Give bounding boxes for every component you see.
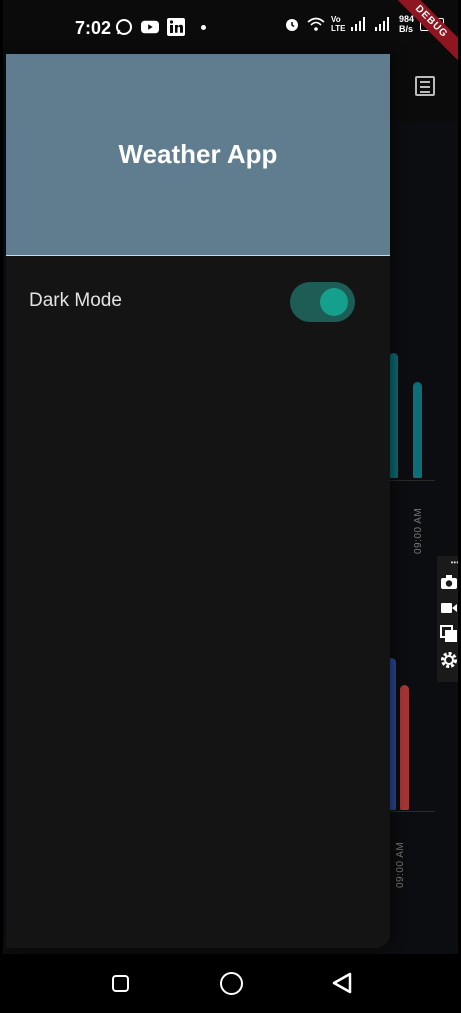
chart-bar-teal-1 xyxy=(389,353,398,478)
copy-icon[interactable] xyxy=(439,624,458,644)
chart-bar-red xyxy=(400,685,409,810)
status-time: 7:02 xyxy=(75,18,112,38)
signal-icon xyxy=(351,15,369,33)
settings-icon[interactable] xyxy=(439,650,458,670)
device-screen: 09:00 AM 09:00 AM ••• 7:02 xyxy=(3,0,458,1013)
more-notifications-icon xyxy=(201,24,206,30)
more-icon[interactable]: ••• xyxy=(439,558,458,568)
chart-axis-line xyxy=(387,480,435,481)
back-icon[interactable] xyxy=(329,970,355,996)
capture-tools-panel: ••• xyxy=(437,556,458,682)
alarm-icon xyxy=(283,15,301,33)
dark-mode-label: Dark Mode xyxy=(29,290,122,311)
drawer-title: Weather App xyxy=(118,139,278,169)
home-icon[interactable] xyxy=(218,970,244,996)
drawer-header: Weather App xyxy=(6,54,390,256)
system-nav-bar xyxy=(3,954,458,1013)
navigation-drawer: Weather App Dark Mode xyxy=(6,54,390,948)
youtube-icon xyxy=(141,18,159,36)
network-speed: 984 B/s xyxy=(399,14,414,34)
network-type-label: Vo LTE xyxy=(331,15,346,33)
chart-bar-teal-2 xyxy=(413,382,422,478)
camera-icon[interactable] xyxy=(439,572,458,592)
notification-icons xyxy=(115,18,206,36)
chart-axis-line xyxy=(387,811,435,812)
list-icon[interactable] xyxy=(415,76,435,96)
status-bar: 7:02 Vo LTE 984 B/s DEBUG xyxy=(3,0,458,67)
chart-time-label: 09:00 AM xyxy=(395,841,406,888)
wifi-icon xyxy=(307,15,325,33)
network-speed-unit: B/s xyxy=(399,24,414,34)
signal-icon-2 xyxy=(375,15,393,33)
chart-time-label: 09:00 AM xyxy=(413,507,424,554)
network-speed-value: 984 xyxy=(399,14,415,24)
linkedin-icon xyxy=(167,18,185,36)
toggle-knob xyxy=(320,288,348,316)
recent-apps-icon[interactable] xyxy=(107,970,133,996)
dark-mode-row[interactable]: Dark Mode xyxy=(6,274,390,330)
video-icon[interactable] xyxy=(439,598,458,618)
whatsapp-icon xyxy=(115,18,133,36)
dark-mode-toggle[interactable] xyxy=(290,282,355,322)
